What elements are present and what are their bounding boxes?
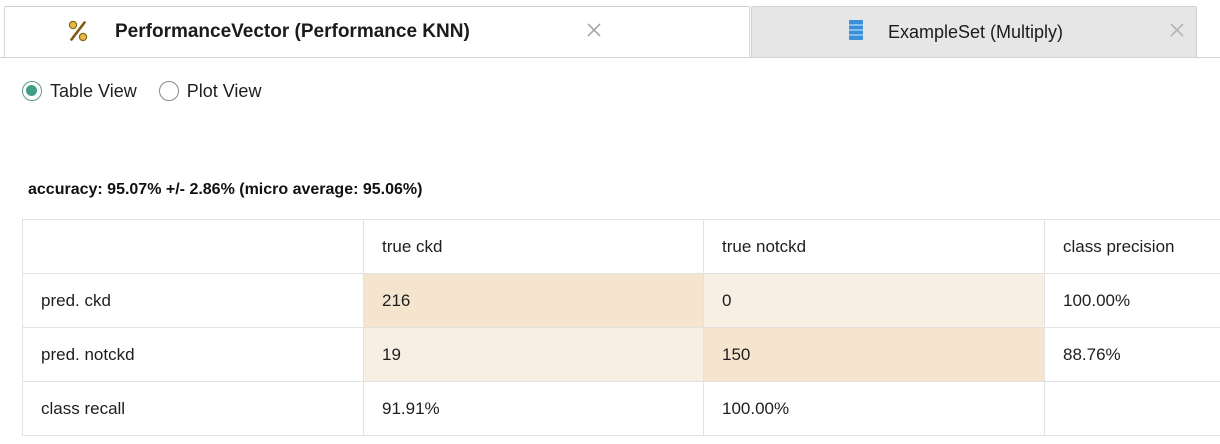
matrix-cell: 0 <box>703 273 1045 328</box>
matrix-cell: 150 <box>703 327 1045 382</box>
plot-view-radio[interactable]: Plot View <box>158 80 262 102</box>
tab-label: PerformanceVector (Performance KNN) <box>115 21 470 42</box>
row-label-class-recall: class recall <box>22 381 364 436</box>
matrix-cell: 216 <box>363 273 704 328</box>
percent-icon <box>68 20 88 42</box>
close-icon[interactable] <box>1166 18 1188 42</box>
table-header-row: true ckd true notckd class precision <box>22 219 1220 274</box>
matrix-cell: 19 <box>363 327 704 382</box>
header-true-ckd: true ckd <box>363 219 704 274</box>
plot-view-label: Plot View <box>186 80 262 101</box>
table-row: pred. ckd 216 0 100.00% <box>22 273 1220 328</box>
accuracy-summary: accuracy: 95.07% +/- 2.86% (micro averag… <box>28 181 423 198</box>
tab-exampleset[interactable]: ExampleSet (Multiply) <box>751 6 1197 58</box>
precision-cell: 88.76% <box>1044 327 1220 382</box>
table-view-radio[interactable]: Table View <box>22 81 137 102</box>
row-label-pred-ckd: pred. ckd <box>22 273 364 328</box>
view-selector: Table View Plot View <box>22 78 283 104</box>
confusion-matrix-table: true ckd true notckd class precision pre… <box>22 219 1220 436</box>
header-cell-empty <box>22 219 364 274</box>
row-label-pred-notckd: pred. notckd <box>22 327 364 382</box>
header-true-notckd: true notckd <box>703 219 1045 274</box>
table-row: class recall 91.91% 100.00% <box>22 381 1220 436</box>
tab-bar: PerformanceVector (Performance KNN) Exam… <box>0 0 1220 62</box>
radio-unchecked-icon <box>158 81 179 101</box>
recall-cell: 91.91% <box>363 381 704 436</box>
tab-label: ExampleSet (Multiply) <box>888 22 1064 42</box>
header-class-precision: class precision <box>1044 219 1220 274</box>
empty-cell <box>1044 381 1220 436</box>
recall-cell: 100.00% <box>703 381 1045 436</box>
tab-divider <box>0 57 1220 58</box>
precision-cell: 100.00% <box>1044 273 1220 328</box>
exampleset-icon <box>848 19 864 41</box>
tab-performance-vector[interactable]: PerformanceVector (Performance KNN) <box>4 6 750 58</box>
table-view-label: Table View <box>50 80 137 101</box>
radio-checked-icon <box>22 81 42 101</box>
close-icon[interactable] <box>583 18 605 42</box>
table-row: pred. notckd 19 150 88.76% <box>22 327 1220 382</box>
